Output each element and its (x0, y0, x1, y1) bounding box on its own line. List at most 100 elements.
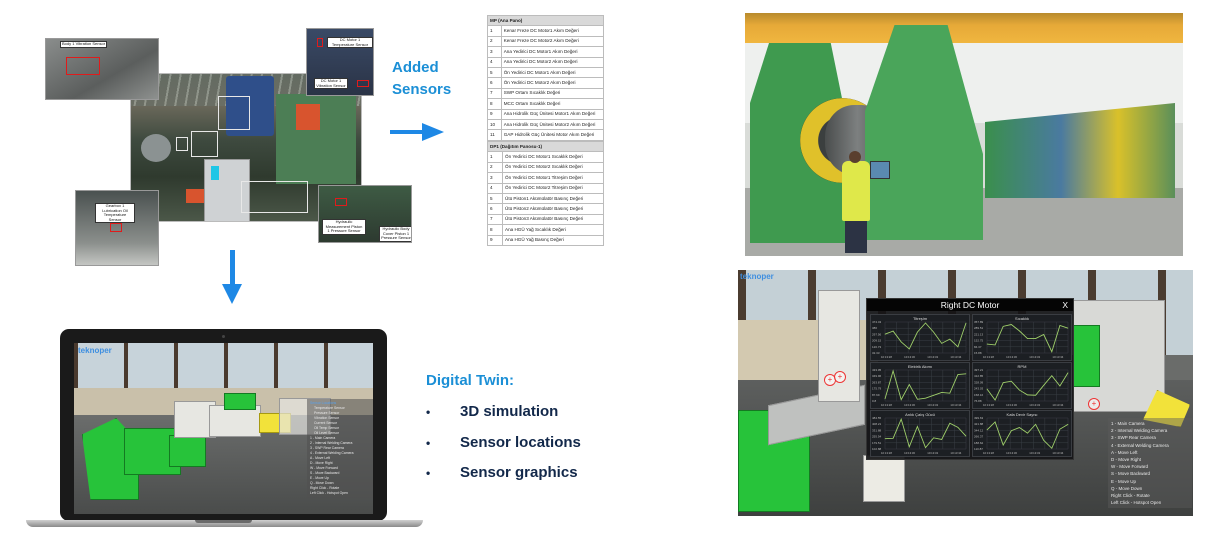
arrow-down-icon-head (222, 284, 242, 304)
data-point (884, 398, 886, 400)
right-dc-motor-chart-window: Right DC Motor X 32.33 120.73 209.15 297.56… (866, 298, 1074, 460)
mini-chart: 102.88 179.51 255.54 331.88 408.21 484.55 10:1… (870, 410, 970, 457)
arrow-right-icon (390, 130, 426, 134)
data-point (1019, 427, 1020, 428)
mini-chart-title: Elektrik Akımı (907, 364, 933, 369)
close-icon[interactable]: X (1062, 299, 1068, 311)
data-point (884, 333, 886, 335)
bullet-icon: • (426, 436, 431, 450)
data-point (900, 399, 902, 400)
callout-label: DC Motor 1 Vibration Sensor (314, 78, 348, 89)
x-tick-label: 10:13:34 (950, 355, 961, 359)
x-tick-label: 10:13:32 (927, 403, 938, 407)
x-tick-label: 10:13:28 (983, 403, 994, 407)
data-point (917, 398, 918, 400)
data-point (1059, 428, 1061, 430)
row-number: 8 (487, 224, 503, 236)
y-tick-label: 328.09 (974, 380, 984, 384)
row-number: 4 (487, 56, 502, 68)
highlight-box (176, 137, 188, 151)
mini-chart-svg: 76.88158.16243.03328.09412.85497.2110:13… (974, 368, 1069, 407)
series-line (986, 421, 1069, 450)
inset-dc-motor: DC Motor 1 Temperature Sensor DC Motor 1… (306, 28, 374, 96)
data-point (1011, 380, 1012, 382)
data-point (1035, 424, 1036, 425)
data-point (1011, 430, 1012, 432)
table-row: 10 Ana Hidrolik Güç Ünitesi Motor2 Akım D… (487, 118, 605, 131)
row-number: 4 (487, 182, 503, 194)
callout-label: Body 1 Vibration Sensor (60, 41, 108, 48)
worker-head (849, 151, 861, 163)
data-point (1035, 338, 1036, 339)
x-tick-label: 10:13:32 (1029, 355, 1040, 359)
bullet-icon: • (426, 466, 431, 480)
worker-legs (845, 218, 867, 253)
added-label-line2: Sensors (392, 81, 452, 98)
highlight-box (191, 131, 218, 157)
laptop-hud-panel: Sensor Locations Temperature Sensor Pressu… (307, 399, 373, 498)
y-tick-label: 32.33 (872, 351, 880, 355)
x-tick-label: 10:13:28 (881, 451, 892, 455)
control-panel (870, 161, 890, 179)
y-tick-label: 209.15 (872, 339, 882, 343)
data-point (1002, 382, 1004, 384)
mini-chart-svg: 110.87188.62266.37344.12421.88499.6310:1… (974, 416, 1069, 455)
hud-control-hint: 3 - SWP Rear Camera (1111, 435, 1156, 441)
controls-hud-panel: 1 - Main Camera 2 - Internal Welding Came… (1108, 418, 1192, 509)
row-number: 7 (487, 213, 503, 226)
data-point (1051, 447, 1053, 449)
data-point (986, 388, 988, 390)
digital-twin-item: • 3D simulation (426, 403, 558, 420)
laptop-notch (195, 520, 252, 523)
simulation-view: + + + teknoper 1 - Main Camera 2 - Intern… (738, 270, 1193, 516)
data-point (986, 343, 988, 345)
x-tick-label: 10:13:32 (1029, 403, 1040, 407)
data-point (1067, 372, 1069, 374)
hud-control-hint: 4 - External Welding Camera (1111, 442, 1169, 448)
series-line (884, 369, 967, 401)
series-line (884, 322, 967, 350)
data-point (957, 427, 959, 428)
hud-control-hint: W - Move Forward (1111, 464, 1149, 470)
hotspot-icon[interactable]: + (834, 371, 846, 383)
y-tick-label: 158.16 (974, 393, 984, 397)
data-point (1027, 394, 1028, 396)
row-number: 1 (487, 25, 502, 37)
data-point (949, 422, 951, 424)
orange-cylinder (296, 104, 320, 130)
sensor-name: Ana HGÜ Yağ Sıcaklık Değeri (502, 224, 604, 236)
sensor-name: Ön Yedirici DC Motor1 Sıcaklık Değeri (502, 151, 604, 163)
sensor-name: Ütü Piston3 Akümülatör Basınç Değeri (502, 213, 604, 226)
table-row: 9 Ana Hidrolik Güç Ünitesi Motor1 Akım De… (487, 108, 605, 120)
hotspot-icon[interactable]: + (1088, 398, 1100, 410)
3d-panel-white (863, 455, 905, 502)
hud-control-hint: 2 - Internal Welding Camera (1111, 428, 1168, 434)
data-point (941, 392, 942, 393)
data-point (965, 322, 967, 324)
sensor-name: Kenar Freze DC Motor2 Akım Değeri (500, 35, 605, 48)
sensor-name: Ön Yedirici DC Motor2 Sıcaklık Değeri (502, 161, 604, 174)
y-tick-label: 120.73 (872, 345, 882, 349)
overhead-crane (745, 13, 1183, 43)
highlight-box (241, 181, 308, 213)
hud-control-hint: S - Move Backward (1111, 471, 1151, 477)
table-header-row: MP (Ana Pano) (487, 14, 604, 27)
table-row: 6 Ütü Piston2 Akümülatör Basınç Değeri (487, 203, 604, 215)
mini-chart-title: Sıcaklık (1014, 316, 1029, 321)
sensor-name: Ütü Piston2 Akümülatör Basınç Değeri (502, 203, 604, 215)
x-tick-label: 10:13:28 (881, 355, 892, 359)
table-row: 1 Ön Yedirici DC Motor1 Sıcaklık Değeri (487, 151, 604, 163)
x-tick-label: 10:13:34 (1052, 451, 1063, 455)
x-tick-label: 10:13:30 (904, 355, 915, 359)
table-row: 6 Ön Yedirici DC Motor2 Akım Değeri (487, 77, 605, 89)
data-point (892, 437, 894, 439)
row-number: 2 (487, 35, 502, 48)
mini-chart-svg: 102.88179.51255.54331.88408.21484.5510:1… (872, 416, 967, 455)
table-row: 2 Ön Yedirici DC Motor2 Sıcaklık Değeri (487, 161, 604, 174)
mini-chart: 0.8 87.69 175.79 263.87 349.96 433.05 10:13:28… (870, 362, 970, 409)
data-point (941, 439, 942, 440)
webcam (222, 335, 225, 338)
callout-label: Hydraulic Measurement Piston 1 Pressure … (322, 219, 366, 235)
mini-chart-svg: 32.33120.73209.15297.56386474.4310:13:28… (872, 320, 967, 359)
sensor-name: Kenar Freze DC Motor1 Akım Değeri (500, 25, 605, 37)
